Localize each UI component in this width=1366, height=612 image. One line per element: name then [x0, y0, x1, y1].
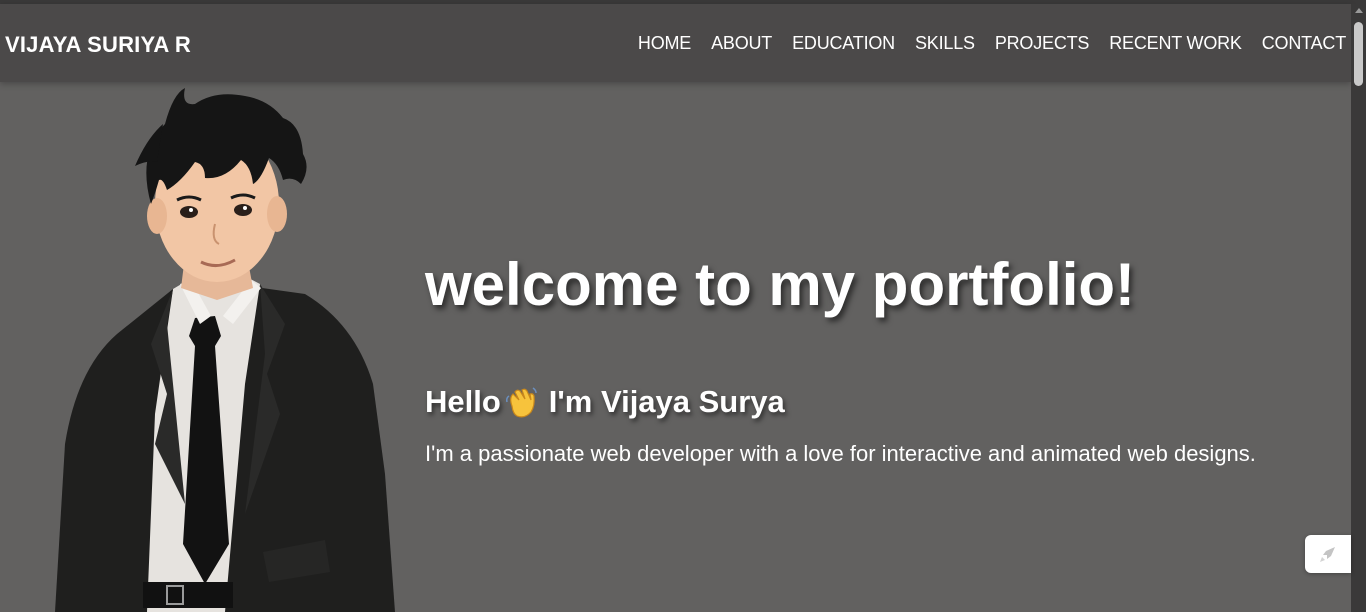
- greeting-name: I'm Vijaya Surya: [548, 384, 785, 419]
- nav-education[interactable]: EDUCATION: [792, 33, 895, 54]
- waving-hand-icon: [505, 387, 537, 418]
- nav-recent-work[interactable]: RECENT WORK: [1109, 33, 1242, 54]
- scrollbar[interactable]: [1351, 4, 1366, 612]
- navbar: VIJAYA SURIYA R HOME ABOUT EDUCATION SKI…: [0, 4, 1351, 82]
- rocket-button[interactable]: [1305, 535, 1351, 573]
- hero-section: welcome to my portfolio! Hello I'm Vijay…: [425, 250, 1305, 468]
- portfolio-page: VIJAYA SURIYA R HOME ABOUT EDUCATION SKI…: [0, 0, 1366, 612]
- hero-title: welcome to my portfolio!: [425, 251, 1136, 318]
- scrollbar-thumb[interactable]: [1354, 22, 1363, 86]
- nav-projects[interactable]: PROJECTS: [995, 33, 1090, 54]
- brand-name[interactable]: VIJAYA SURIYA R: [5, 32, 191, 58]
- main-nav: HOME ABOUT EDUCATION SKILLS PROJECTS REC…: [638, 33, 1346, 54]
- nav-contact[interactable]: CONTACT: [1262, 33, 1346, 54]
- nav-home[interactable]: HOME: [638, 33, 691, 54]
- nav-skills[interactable]: SKILLS: [915, 33, 975, 54]
- greeting-hello: Hello: [425, 384, 501, 419]
- hero-description: I'm a passionate web developer with a lo…: [425, 441, 1256, 466]
- rocket-icon: [1320, 547, 1335, 562]
- avatar-illustration: [55, 88, 395, 612]
- nav-about[interactable]: ABOUT: [711, 33, 772, 54]
- scroll-up-arrow-icon[interactable]: [1355, 8, 1363, 13]
- hero-greeting: Hello I'm Vijaya Surya: [425, 382, 1305, 422]
